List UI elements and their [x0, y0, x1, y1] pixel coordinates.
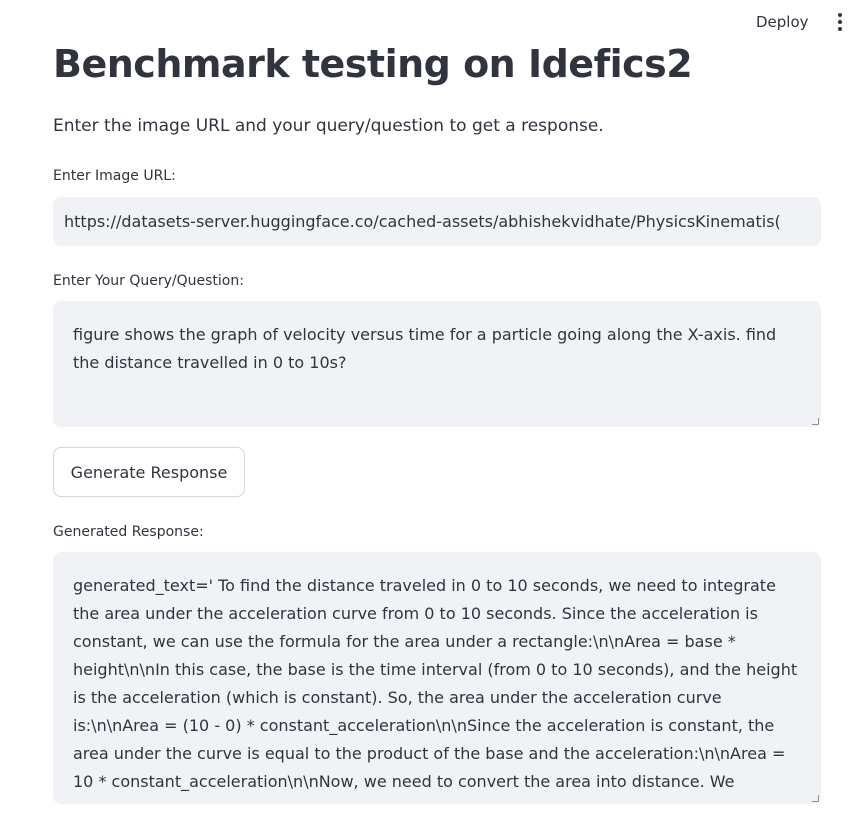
- deploy-button[interactable]: Deploy: [746, 10, 819, 34]
- page-title: Benchmark testing on Idefics2: [53, 42, 693, 86]
- response-text: generated_text=' To find the distance tr…: [73, 576, 798, 791]
- vertical-dots-icon: [838, 13, 842, 17]
- page-subtitle: Enter the image URL and your query/quest…: [53, 116, 604, 136]
- vertical-dots-icon-dot: [838, 20, 842, 24]
- resize-handle-icon[interactable]: [812, 795, 819, 802]
- image-url-input[interactable]: [53, 197, 821, 246]
- vertical-dots-icon-dot: [838, 27, 842, 31]
- image-url-label: Enter Image URL:: [53, 168, 176, 184]
- query-label: Enter Your Query/Question:: [53, 273, 244, 289]
- query-text: figure shows the graph of velocity versu…: [73, 325, 777, 372]
- generate-response-button[interactable]: Generate Response: [53, 447, 245, 497]
- query-textarea[interactable]: figure shows the graph of velocity versu…: [53, 301, 821, 427]
- response-textarea[interactable]: generated_text=' To find the distance tr…: [53, 552, 821, 804]
- resize-handle-icon[interactable]: [812, 418, 819, 425]
- response-label: Generated Response:: [53, 524, 204, 540]
- main-menu-button[interactable]: [832, 10, 848, 34]
- app-page: Deploy Benchmark testing on Idefics2 Ent…: [0, 0, 852, 825]
